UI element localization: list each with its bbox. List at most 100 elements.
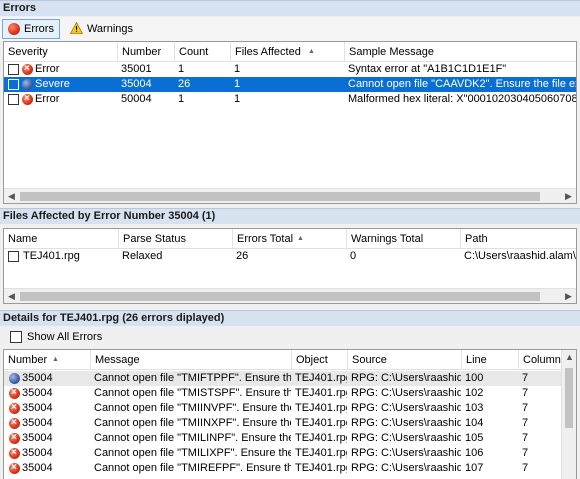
col-sample-message[interactable]: Sample Message: [344, 42, 576, 62]
number-cell: 35004: [22, 372, 53, 384]
col-number[interactable]: Number ▲: [4, 350, 90, 370]
errors-total-cell: 26: [236, 250, 249, 262]
object-cell: TEJ401.rpg: [295, 432, 347, 444]
details-vscrollbar[interactable]: ▲: [561, 350, 576, 479]
number-cell: 35004: [22, 447, 53, 459]
checkbox[interactable]: [10, 331, 22, 343]
number-cell: 35004: [22, 432, 53, 444]
col-errors-total[interactable]: Errors Total ▲: [232, 229, 346, 249]
object-cell: TEJ401.rpg: [295, 387, 347, 399]
files-cell: 1: [234, 78, 241, 90]
column-cell: 7: [522, 432, 529, 444]
col-number-label: Number: [8, 354, 48, 366]
column-cell: 7: [522, 462, 529, 474]
source-cell: RPG: C:\Users\raashid.alam...: [351, 462, 461, 474]
source-cell: RPG: C:\Users\raashid.alam...: [351, 387, 461, 399]
message-cell: Cannot open file "TMIREFPF". Ensure the …: [94, 462, 291, 474]
severity-cell: Error: [35, 93, 60, 105]
scroll-left-icon[interactable]: ◀: [4, 289, 19, 303]
number-cell: 35001: [121, 63, 152, 75]
path-cell: C:\Users\raashid.alam\...: [464, 250, 577, 262]
scroll-right-icon[interactable]: ▶: [561, 289, 576, 303]
details-grid: Number ▲ Message Object Source Line Colum…: [3, 349, 577, 479]
col-message[interactable]: Message: [90, 350, 291, 370]
col-source[interactable]: Source: [347, 350, 461, 370]
column-cell: 7: [522, 447, 529, 459]
error-row[interactable]: Error 35001 1 1 Syntax error at "A1B1C1D…: [4, 61, 576, 77]
message-cell: Syntax error at "A1B1C1D1E1F": [348, 63, 507, 75]
details-section-title: Details for TEJ401.rpg (26 errors diplay…: [0, 310, 580, 326]
row-checkbox[interactable]: [8, 64, 19, 75]
col-severity[interactable]: Severity: [4, 42, 117, 62]
detail-row[interactable]: 35004 Cannot open file "TMIINXPF". Ensur…: [4, 415, 576, 431]
line-cell: 107: [465, 462, 484, 474]
error-row[interactable]: Error 50004 1 1 Malformed hex literal: X…: [4, 91, 577, 107]
files-hscrollbar[interactable]: ◀ ▶: [4, 288, 576, 303]
number-cell: 35004: [22, 417, 53, 429]
files-grid: Name Parse Status Errors Total ▲ Warnings…: [3, 228, 577, 304]
col-parse-status[interactable]: Parse Status: [118, 229, 232, 249]
column-cell: 7: [522, 387, 529, 399]
number-cell: 35004: [22, 462, 53, 474]
col-path[interactable]: Path: [460, 229, 576, 249]
file-row[interactable]: TEJ401.rpg Relaxed 26 0 C:\Users\raashid…: [4, 249, 576, 264]
message-cell: Cannot open file "TMIINVPF". Ensure the …: [94, 402, 291, 414]
col-warnings-total[interactable]: Warnings Total: [346, 229, 460, 249]
warnings-filter-button[interactable]: Warnings: [64, 19, 139, 39]
column-cell: 7: [522, 417, 529, 429]
col-object[interactable]: Object: [291, 350, 347, 370]
detail-row[interactable]: 35004 Cannot open file "TMILINPF". Ensur…: [4, 430, 576, 446]
files-cell: 1: [234, 63, 241, 75]
column-cell: 7: [522, 402, 529, 414]
col-number[interactable]: Number: [117, 42, 174, 62]
message-cell: Cannot open file "TMILIXPF". Ensure the …: [94, 447, 291, 459]
scroll-thumb[interactable]: [20, 292, 540, 301]
errors-filter-button[interactable]: Errors: [2, 19, 60, 39]
count-cell: 1: [178, 63, 185, 75]
col-line[interactable]: Line: [461, 350, 518, 370]
column-cell: 7: [522, 372, 529, 384]
object-cell: TEJ401.rpg: [295, 402, 347, 414]
message-cell: Malformed hex literal: X"000102030405060…: [348, 93, 577, 105]
scroll-left-icon[interactable]: ◀: [4, 189, 19, 203]
error-row[interactable]: Severe 35004 26 1 Cannot open file "CAAV…: [4, 77, 576, 92]
errors-hscrollbar[interactable]: ◀ ▶: [4, 188, 576, 203]
col-column[interactable]: Column: [518, 350, 563, 370]
scroll-thumb[interactable]: [20, 192, 540, 201]
col-files-affected-label: Files Affected: [235, 46, 301, 58]
message-cell: Cannot open file "TMILINPF". Ensure the …: [94, 432, 291, 444]
warning-icon: [69, 21, 84, 37]
severity-cell: Error: [35, 63, 60, 75]
errors-grid-header: Severity Number Count Files Affected ▲ Sa…: [4, 42, 576, 62]
severity-cell: Severe: [35, 78, 70, 90]
col-name[interactable]: Name: [4, 229, 118, 249]
col-count[interactable]: Count: [174, 42, 230, 62]
count-cell: 26: [178, 78, 191, 90]
row-checkbox[interactable]: [8, 94, 19, 105]
message-cell: Cannot open file "TMISTSPF". Ensure the …: [94, 387, 291, 399]
show-all-errors-checkbox[interactable]: Show All Errors: [0, 328, 580, 346]
detail-row[interactable]: 35004 Cannot open file "TMIFTPPF". Ensur…: [4, 371, 576, 386]
scroll-up-icon[interactable]: ▲: [562, 350, 576, 365]
number-cell: 35004: [121, 78, 152, 90]
line-cell: 106: [465, 447, 484, 459]
detail-row[interactable]: 35004 Cannot open file "TMISTSPF". Ensur…: [4, 385, 576, 401]
scroll-right-icon[interactable]: ▶: [561, 189, 576, 203]
errors-grid: Severity Number Count Files Affected ▲ Sa…: [3, 41, 577, 204]
row-checkbox[interactable]: [8, 79, 19, 90]
message-cell: Cannot open file "TMIFTPPF". Ensure the …: [94, 372, 291, 384]
line-cell: 103: [465, 402, 484, 414]
errors-filter-label: Errors: [24, 23, 54, 35]
scroll-thumb[interactable]: [565, 368, 573, 428]
detail-row[interactable]: 35004 Cannot open file "TMIREFPF". Ensur…: [4, 460, 576, 476]
errors-section-title: Errors: [0, 0, 580, 16]
row-checkbox[interactable]: [8, 251, 19, 262]
object-cell: TEJ401.rpg: [295, 417, 347, 429]
details-grid-header: Number ▲ Message Object Source Line Colum…: [4, 350, 576, 370]
detail-row[interactable]: 35004 Cannot open file "TMILIXPF". Ensur…: [4, 445, 576, 461]
show-all-errors-label: Show All Errors: [27, 331, 103, 343]
col-files-affected[interactable]: Files Affected ▲: [230, 42, 344, 62]
file-name-cell: TEJ401.rpg: [23, 250, 80, 262]
object-cell: TEJ401.rpg: [295, 462, 347, 474]
detail-row[interactable]: 35004 Cannot open file "TMIINVPF". Ensur…: [4, 400, 576, 416]
